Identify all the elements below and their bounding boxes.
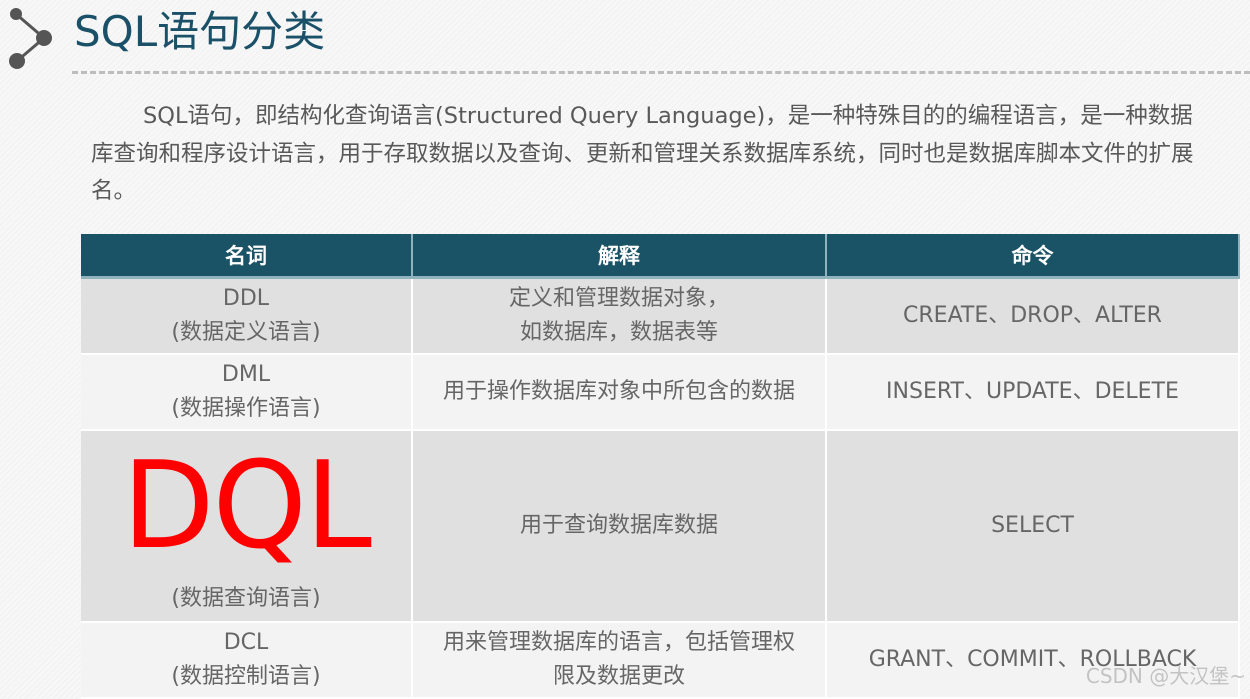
term-name: DML — [221, 362, 271, 387]
term-name: DCL — [223, 630, 269, 655]
column-header-commands: 命令 — [827, 234, 1240, 279]
table-row-dql: DQL (数据查询语言) 用于查询数据库数据 SELECT — [81, 431, 1240, 623]
commands-cell: INSERT、UPDATE、DELETE — [827, 355, 1240, 431]
term-subtitle: (数据控制语言) — [171, 664, 321, 689]
watermark: CSDN @大汉堡~ — [1085, 664, 1246, 688]
term-cell: DQL (数据查询语言) — [81, 431, 413, 623]
explain-cell: 用于查询数据库数据 — [413, 431, 827, 623]
explain-line: 用来管理数据库的语言，包括管理权 — [442, 630, 795, 655]
explain-line: 用于操作数据库对象中所包含的数据 — [442, 379, 795, 404]
table-header-row: 名词 解释 命令 — [81, 234, 1240, 279]
table-row-ddl: DDL (数据定义语言) 定义和管理数据对象， 如数据库，数据表等 CREATE… — [81, 279, 1240, 355]
commands-cell: CREATE、DROP、ALTER — [827, 279, 1240, 355]
explain-cell: 用于操作数据库对象中所包含的数据 — [413, 355, 827, 431]
table-row-dcl: DCL (数据控制语言) 用来管理数据库的语言，包括管理权 限及数据更改 GRA… — [81, 623, 1240, 699]
commands-cell: SELECT — [827, 431, 1240, 623]
explain-line: 如数据库，数据表等 — [519, 320, 718, 345]
term-name-highlighted: DQL — [122, 437, 372, 576]
term-name: DDL — [222, 286, 270, 311]
intro-paragraph: SQL语句，即结构化查询语言(Structured Query Language… — [91, 103, 1194, 204]
explain-line: 用于查询数据库数据 — [519, 513, 718, 538]
explain-line: 限及数据更改 — [552, 664, 685, 689]
column-header-explain: 解释 — [413, 234, 827, 279]
term-subtitle: (数据查询语言) — [171, 586, 321, 611]
term-subtitle: (数据定义语言) — [171, 320, 321, 345]
share-node-icon — [4, 4, 60, 72]
term-cell: DML (数据操作语言) — [81, 355, 413, 431]
explain-cell: 用来管理数据库的语言，包括管理权 限及数据更改 — [413, 623, 827, 699]
table-row-dml: DML (数据操作语言) 用于操作数据库对象中所包含的数据 INSERT、UPD… — [81, 355, 1240, 431]
title-divider — [72, 71, 1250, 74]
term-cell: DDL (数据定义语言) — [81, 279, 413, 355]
term-subtitle: (数据操作语言) — [171, 396, 321, 421]
explain-line: 定义和管理数据对象， — [508, 286, 729, 311]
column-header-term: 名词 — [81, 234, 413, 279]
page-title: SQL语句分类 — [74, 7, 326, 56]
sql-classification-table: 名词 解释 命令 DDL (数据定义语言) 定义和管理数据对象， 如数据库，数据… — [81, 234, 1240, 699]
term-cell: DCL (数据控制语言) — [81, 623, 413, 699]
explain-cell: 定义和管理数据对象， 如数据库，数据表等 — [413, 279, 827, 355]
